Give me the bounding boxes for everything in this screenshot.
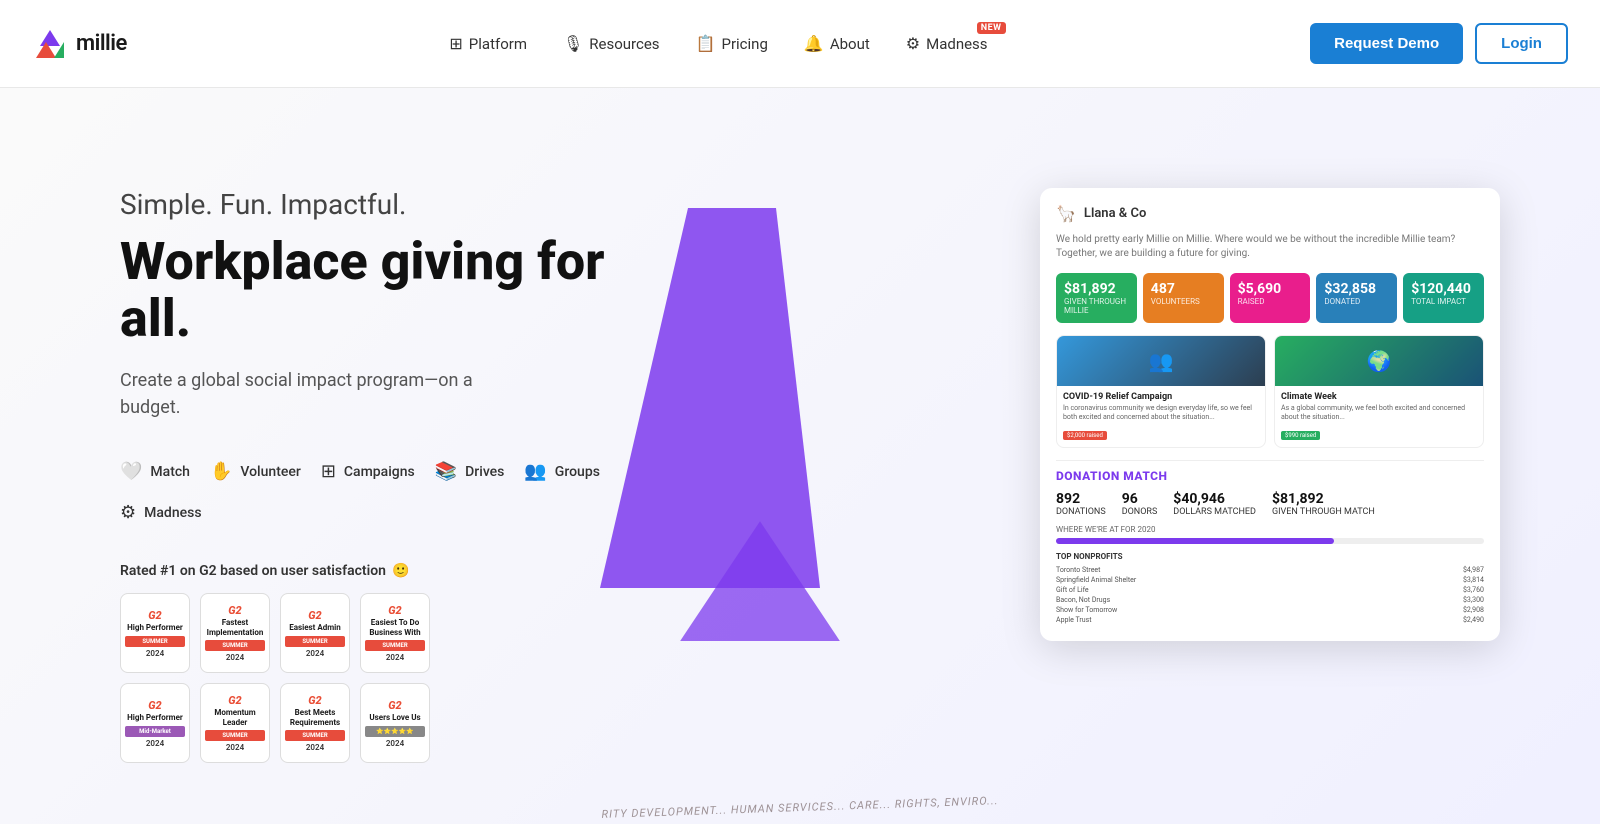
feature-campaigns[interactable]: ⊞ Campaigns — [321, 461, 415, 482]
nonprofit-1: Toronto Street $4,987 — [1056, 565, 1484, 575]
hero-content: Simple. Fun. Impactful. Workplace giving… — [120, 148, 640, 783]
nav-about[interactable]: 🔔 About — [788, 26, 886, 61]
hero-section: Simple. Fun. Impactful. Workplace giving… — [0, 88, 1600, 824]
stat-raised: $5,690 RAISED — [1230, 273, 1311, 323]
hero-tagline: Simple. Fun. Impactful. — [120, 188, 640, 221]
nonprofit-6: Apple Trust $2,490 — [1056, 615, 1484, 625]
badge-fastest-impl: G2 Fastest Implementation SUMMER 2024 — [200, 593, 270, 673]
nav-madness[interactable]: ⚙ Madness NEW — [890, 26, 1004, 61]
madness-feature-label: Madness — [144, 505, 201, 521]
dashboard-company: Llana & Co — [1084, 206, 1146, 221]
hero-subtitle: Create a global social impact program—on… — [120, 367, 500, 421]
groups-label: Groups — [555, 464, 600, 480]
nonprofits-list: TOP NONPROFITS Toronto Street $4,987 Spr… — [1056, 552, 1484, 625]
campaigns-list: 👥 COVID-19 Relief Campaign In coronaviru… — [1056, 335, 1484, 448]
nonprofit-2: Springfield Animal Shelter $3,814 — [1056, 575, 1484, 585]
new-badge: NEW — [977, 22, 1006, 34]
nav-actions: Request Demo Login — [1310, 23, 1568, 64]
donation-match-section: DONATION MATCH 892 DONATIONS 96 DONORS $… — [1056, 460, 1484, 625]
badge-high-performer: G2 High Performer SUMMER 2024 — [120, 593, 190, 673]
stat-total: $120,440 TOTAL IMPACT — [1403, 273, 1484, 323]
about-icon: 🔔 — [804, 34, 824, 53]
about-label: About — [830, 35, 870, 53]
navigation: millie ⊞ Platform 🎙 Resources 📋 Pricing … — [0, 0, 1600, 88]
resources-icon: 🎙 — [563, 34, 583, 53]
rating-section: Rated #1 on G2 based on user satisfactio… — [120, 563, 640, 763]
feature-match[interactable]: 🤍 Match — [120, 461, 190, 482]
logo[interactable]: millie — [32, 26, 127, 62]
feature-groups[interactable]: 👥 Groups — [524, 461, 600, 482]
donation-stats: 892 DONATIONS 96 DONORS $40,946 DOLLARS … — [1056, 491, 1484, 517]
resources-label: Resources — [589, 35, 659, 53]
madness-feature-icon: ⚙ — [120, 502, 136, 523]
nav-resources[interactable]: 🎙 Resources — [547, 26, 676, 61]
logo-text: millie — [76, 31, 127, 56]
badge-users-love-us: G2 Users Love Us ⭐⭐⭐⭐⭐ 2024 — [360, 683, 430, 763]
madness-label: Madness — [926, 35, 987, 53]
stat-given: $81,892 GIVEN THROUGH MILLIE — [1056, 273, 1137, 323]
d-stat-donors: 96 DONORS — [1122, 491, 1158, 517]
badges-row-2: G2 High Performer Mid-Market 2024 G2 Mom… — [120, 683, 640, 763]
login-button[interactable]: Login — [1475, 23, 1568, 64]
groups-icon: 👥 — [524, 461, 546, 482]
campaign-climate: 🌍 Climate Week As a global community, we… — [1274, 335, 1484, 448]
badge-momentum-leader: G2 Momentum Leader SUMMER 2024 — [200, 683, 270, 763]
dashboard-header: 🦙 Llana & Co — [1056, 204, 1484, 223]
stat-volunteers: 487 VOLUNTEERS — [1143, 273, 1224, 323]
pricing-icon: 📋 — [696, 34, 716, 53]
badge-easiest-admin: G2 Easiest Admin SUMMER 2024 — [280, 593, 350, 673]
drives-label: Drives — [465, 464, 504, 480]
dashboard-stats: $81,892 GIVEN THROUGH MILLIE 487 VOLUNTE… — [1056, 273, 1484, 323]
feature-madness[interactable]: ⚙ Madness — [120, 502, 202, 523]
donation-progress-bar — [1056, 538, 1484, 544]
platform-icon: ⊞ — [449, 34, 462, 53]
volunteer-label: Volunteer — [240, 464, 300, 480]
dashboard-mockup: 🦙 Llana & Co We hold pretty early Millie… — [1040, 188, 1500, 641]
badge-easiest-biz: G2 Easiest To Do Business With SUMMER 20… — [360, 593, 430, 673]
feature-drives[interactable]: 📚 Drives — [435, 461, 505, 482]
nav-platform[interactable]: ⊞ Platform — [433, 26, 543, 61]
platform-label: Platform — [469, 35, 527, 53]
nav-links: ⊞ Platform 🎙 Resources 📋 Pricing 🔔 About… — [433, 26, 1003, 61]
request-demo-button[interactable]: Request Demo — [1310, 23, 1463, 64]
badge-high-performer-midmarket: G2 High Performer Mid-Market 2024 — [120, 683, 190, 763]
d-stat-matched: $40,946 DOLLARS MATCHED — [1173, 491, 1256, 517]
d-stat-donations: 892 DONATIONS — [1056, 491, 1106, 517]
badges-row-1: G2 High Performer SUMMER 2024 G2 Fastest… — [120, 593, 640, 673]
stat-donated: $32,858 DONATED — [1316, 273, 1397, 323]
nav-pricing[interactable]: 📋 Pricing — [680, 26, 784, 61]
campaign-covid-image: 👥 — [1057, 336, 1265, 386]
badge-best-meets: G2 Best Meets Requirements SUMMER 2024 — [280, 683, 350, 763]
d-stat-given-match: $81,892 GIVEN THROUGH MATCH — [1272, 491, 1375, 517]
feature-pills: 🤍 Match ✋ Volunteer ⊞ Campaigns 📚 Drives… — [120, 461, 640, 523]
volunteer-icon: ✋ — [210, 461, 232, 482]
rating-label: Rated #1 on G2 based on user satisfactio… — [120, 563, 640, 579]
dashboard-logo-icon: 🦙 — [1056, 204, 1076, 223]
dashboard-subtitle: We hold pretty early Millie on Millie. W… — [1056, 233, 1484, 261]
campaign-covid: 👥 COVID-19 Relief Campaign In coronaviru… — [1056, 335, 1266, 448]
campaigns-label: Campaigns — [344, 464, 415, 480]
hero-title: Workplace giving for all. — [120, 233, 640, 347]
match-icon: 🤍 — [120, 461, 142, 482]
logo-icon — [32, 26, 68, 62]
nonprofit-5: Show for Tomorrow $2,908 — [1056, 605, 1484, 615]
campaigns-icon: ⊞ — [321, 461, 336, 482]
pricing-label: Pricing — [721, 35, 767, 53]
madness-icon: ⚙ — [906, 34, 920, 53]
drives-icon: 📚 — [435, 461, 457, 482]
nonprofit-3: Gift of Life $3,760 — [1056, 585, 1484, 595]
donation-bar-fill — [1056, 538, 1334, 544]
hero-visual: 🦙 Llana & Co We hold pretty early Millie… — [640, 148, 1520, 641]
feature-volunteer[interactable]: ✋ Volunteer — [210, 461, 301, 482]
match-label: Match — [150, 464, 190, 480]
nonprofit-4: Bacon, Not Drugs $3,300 — [1056, 595, 1484, 605]
campaign-climate-image: 🌍 — [1275, 336, 1483, 386]
